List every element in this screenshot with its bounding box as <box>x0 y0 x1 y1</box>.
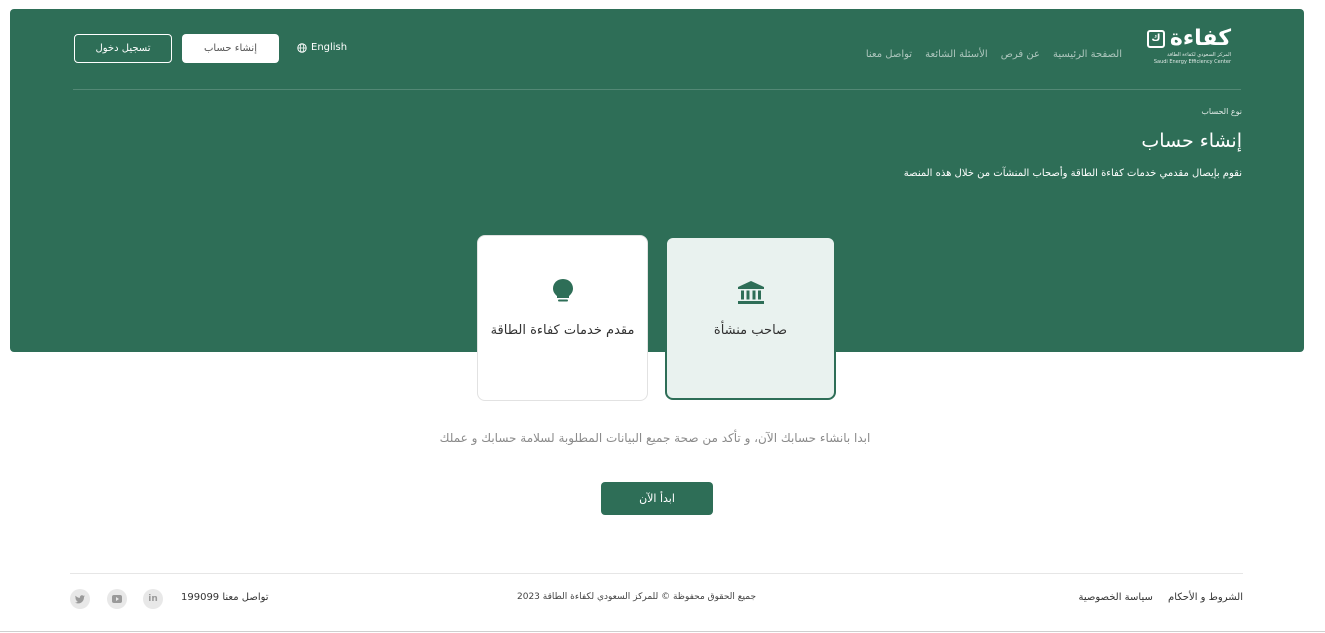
nav-home[interactable]: الصفحة الرئيسية <box>1053 49 1122 60</box>
copyright-text: جميع الحقوق محفوظة © للمركز السعودي لكفا… <box>517 592 757 602</box>
youtube-icon[interactable] <box>107 589 127 609</box>
privacy-link[interactable]: سياسة الخصوصية <box>1079 592 1153 603</box>
nav-about[interactable]: عن فرص <box>1001 49 1040 60</box>
logo[interactable]: كفاءة ك المركز السعودي لكفاءة الطاقة Sau… <box>1139 26 1231 70</box>
account-type-label-owner: صاحب منشأة <box>713 323 788 338</box>
terms-link[interactable]: الشروط و الأحكام <box>1168 592 1243 603</box>
page-subtitle: نقوم بإيصال مقدمي خدمات كفاءة الطاقة وأص… <box>903 168 1242 179</box>
contact-phone: تواصل معنا 199099 <box>181 592 269 603</box>
header-divider <box>73 89 1241 90</box>
cta-text: ابدا بانشاء حسابك الآن، و تأكد من صحة جم… <box>439 431 871 445</box>
logo-mark-icon: ك <box>1147 30 1165 48</box>
lightbulb-icon <box>552 278 574 308</box>
account-type-label-provider: مقدم خدمات كفاءة الطاقة <box>490 323 635 338</box>
language-label: English <box>311 42 348 53</box>
login-button[interactable]: تسجيل دخول <box>74 34 172 63</box>
language-switch[interactable]: English <box>297 42 347 53</box>
bottom-border <box>0 631 1325 632</box>
register-button[interactable]: إنشاء حساب <box>182 34 279 63</box>
account-type-card-provider[interactable]: مقدم خدمات كفاءة الطاقة <box>477 235 648 401</box>
nav-contact[interactable]: تواصل معنا <box>866 49 912 60</box>
page-title: إنشاء حساب <box>1141 130 1242 152</box>
hero-banner: كفاءة ك المركز السعودي لكفاءة الطاقة Sau… <box>10 9 1304 352</box>
footer-links: الشروط و الأحكام سياسة الخصوصية <box>1067 592 1244 603</box>
breadcrumb: نوع الحساب <box>1201 107 1242 116</box>
globe-icon <box>297 42 307 53</box>
nav-faq[interactable]: الأسئلة الشائعة <box>925 49 988 60</box>
footer-divider <box>70 573 1243 574</box>
logo-subtitle-en: Saudi Energy Efficiency Center <box>1153 59 1231 65</box>
main-nav: الصفحة الرئيسية عن فرص الأسئلة الشائعة ت… <box>858 42 1122 61</box>
account-type-card-owner[interactable]: صاحب منشأة <box>665 236 836 400</box>
logo-subtitle-ar: المركز السعودي لكفاءة الطاقة <box>1167 52 1231 58</box>
twitter-icon[interactable] <box>70 589 90 609</box>
start-now-button[interactable]: ابدأ الآن <box>601 482 713 515</box>
linkedin-icon[interactable]: in <box>143 589 163 609</box>
institution-icon <box>737 280 765 310</box>
top-navbar: كفاءة ك المركز السعودي لكفاءة الطاقة Sau… <box>10 9 1304 89</box>
